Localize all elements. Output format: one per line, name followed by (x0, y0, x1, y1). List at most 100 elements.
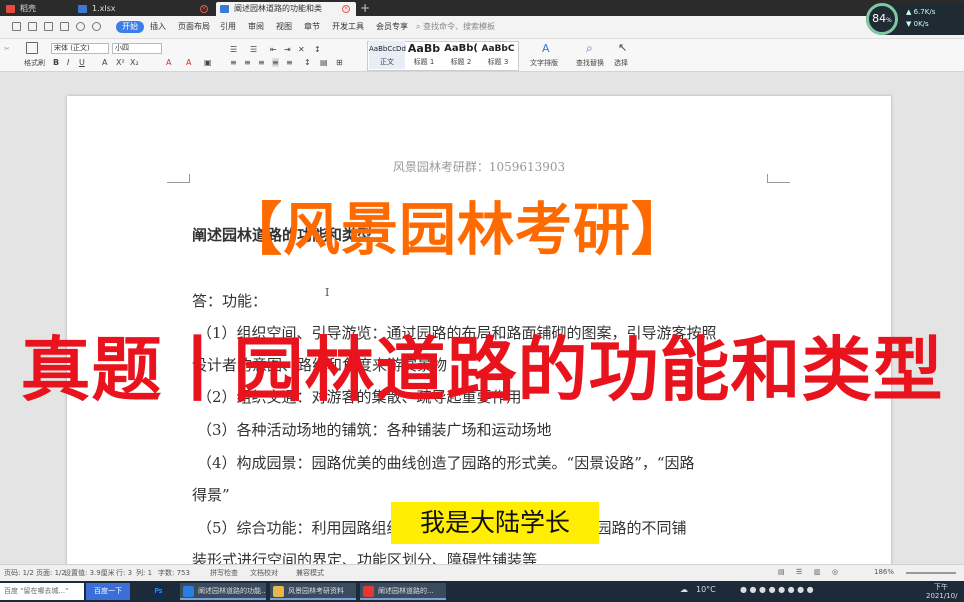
preview-icon[interactable] (60, 22, 69, 31)
view-read-icon[interactable]: ▥ (814, 568, 821, 576)
speed-gauge: 84% (866, 3, 898, 35)
style-sample: AaBbC (481, 44, 515, 54)
save-icon[interactable] (12, 22, 21, 31)
menu-home[interactable]: 开始 (116, 21, 144, 33)
style-name: 正文 (380, 58, 394, 66)
undo-icon[interactable] (76, 22, 85, 31)
number-list-icon[interactable]: ☰ (250, 45, 257, 54)
sort-icon[interactable]: ↕ (314, 45, 321, 54)
doc-answer: 答：功能： (192, 292, 268, 310)
superscript-icon[interactable]: X² (116, 58, 125, 67)
speed-unit: % (886, 17, 892, 24)
shading-icon[interactable]: ▤ (320, 58, 328, 67)
close-icon[interactable]: × (342, 5, 350, 13)
italic-icon[interactable]: I (67, 58, 69, 67)
style-normal[interactable]: AaBbCcDd 正文 (369, 41, 406, 69)
doc-line: （4）构成园景：园路优美的曲线创造了园路的形式美。“因景设路”，“因路 (197, 454, 695, 472)
style-sample: AaBbCcDd (369, 45, 406, 53)
align-right-icon[interactable]: ≡ (258, 58, 265, 67)
menu-section[interactable]: 章节 (304, 21, 320, 33)
align-center-icon[interactable]: ≡ (244, 58, 251, 67)
font-color-icon[interactable]: A (186, 58, 191, 67)
paste-icon[interactable] (26, 42, 38, 54)
indent-icon[interactable]: ⇥ (284, 45, 291, 54)
style-sample: AaBb (407, 42, 441, 55)
taskbar-app[interactable]: 阐述园林道路的... (360, 583, 446, 600)
zoom-value[interactable]: 186% (874, 568, 894, 576)
photoshop-app[interactable]: Ps (150, 583, 172, 600)
style-heading3[interactable]: AaBbC 标题 3 (481, 41, 515, 69)
line-spacing-icon[interactable]: ↕ (304, 58, 311, 67)
menu-page-layout[interactable]: 页面布局 (178, 21, 210, 33)
menu-review[interactable]: 审阅 (248, 21, 264, 33)
style-heading1[interactable]: AaBb 标题 1 (407, 41, 441, 69)
taskbar-app[interactable]: 阐述园林道路的功能... (180, 583, 266, 600)
tab-label: 1.xlsx (92, 4, 116, 13)
add-tab-icon[interactable]: + (360, 1, 370, 15)
find-replace-label[interactable]: 查找替换 (576, 58, 604, 68)
close-icon[interactable]: × (200, 5, 208, 13)
tab-xlsx[interactable]: 1.xlsx × (74, 2, 214, 16)
status-docproof[interactable]: 文档校对 (250, 568, 278, 578)
view-web-icon[interactable]: ◎ (832, 568, 838, 576)
status-col: 列: 1 (136, 569, 153, 577)
taskbar-search-input[interactable]: 百度 "留在哪去城..." (0, 583, 84, 600)
style-heading2[interactable]: AaBb( 标题 2 (443, 41, 479, 69)
find-icon[interactable]: ⌕ (586, 41, 593, 56)
taskbar: 百度 "留在哪去城..." 百度一下 Ps 阐述园林道路的功能... 风景园林考… (0, 581, 964, 602)
text-layout-label[interactable]: 文字排版 (530, 58, 558, 68)
char-border-icon[interactable]: ▣ (204, 58, 212, 67)
clock-time[interactable]: 下午 (934, 582, 948, 592)
bullet-list-icon[interactable]: ☰ (230, 45, 237, 54)
weather-icon[interactable]: ☁ (680, 585, 688, 594)
open-icon[interactable] (28, 22, 37, 31)
taskbar-app[interactable]: 风景园林考研资料 (270, 583, 356, 600)
command-search[interactable]: ⌕ 查找命令、搜索模板 (416, 21, 495, 32)
weather-temp[interactable]: 10°C (696, 585, 716, 594)
status-spell[interactable]: 拼写检查 (210, 568, 238, 578)
align-left-icon[interactable]: ≡ (230, 58, 237, 67)
font-name-select[interactable]: 宋体 (正文) (51, 43, 109, 54)
network-speed-widget[interactable]: 84% ▲ 6.7K/s ▼ 0K/s (866, 3, 964, 35)
menu-developer[interactable]: 开发工具 (332, 21, 364, 33)
redo-icon[interactable] (92, 22, 101, 31)
tab-docer[interactable]: 稻壳 (2, 2, 72, 16)
taskbar-search-button[interactable]: 百度一下 (86, 583, 130, 600)
ribbon-toolbar: ✂ 格式刷 宋体 (正文) 小四 B I U A X² X₂ A A ▣ ☰ ☰… (0, 39, 964, 72)
overlay-badge: 我是大陆学长 (391, 502, 599, 544)
upload-speed-value: 6.7K/s (913, 8, 936, 16)
docer-icon (6, 5, 15, 13)
bold-icon[interactable]: B (53, 58, 59, 67)
select-cursor-icon[interactable]: ↖ (618, 41, 627, 54)
format-painter-label[interactable]: 格式刷 (24, 58, 45, 68)
highlight-icon[interactable]: A (166, 58, 171, 67)
zoom-slider[interactable] (906, 572, 956, 574)
menu-references[interactable]: 引用 (220, 21, 236, 33)
clear-format-icon[interactable]: ✕ (298, 45, 305, 54)
status-page: 页码: 1/2 (4, 569, 34, 577)
clock-date[interactable]: 2021/10/ (926, 592, 957, 600)
document-area[interactable]: 风景园林考研群：1059613903 阐述园林道路的功能和类型 答：功能： I … (0, 72, 964, 564)
select-label[interactable]: 选择 (614, 58, 628, 68)
font-size-select[interactable]: 小四 (112, 43, 162, 54)
text-layout-icon[interactable]: A (542, 42, 550, 55)
subscript-icon[interactable]: X₂ (130, 58, 139, 67)
status-words[interactable]: 字数: 753 (158, 568, 190, 578)
menu-member[interactable]: 会员专享 (376, 21, 408, 33)
distributed-icon[interactable]: ≡ (286, 58, 293, 67)
menu-insert[interactable]: 插入 (150, 21, 166, 33)
outdent-icon[interactable]: ⇤ (270, 45, 277, 54)
strikethrough-icon[interactable]: A (102, 58, 107, 67)
tray-icons[interactable]: ● ● ● ● ● ● ● ● (740, 585, 814, 594)
view-page-icon[interactable]: ▤ (778, 568, 785, 576)
borders-icon[interactable]: ⊞ (336, 58, 343, 67)
photoshop-icon: Ps (153, 586, 164, 597)
tab-docx-active[interactable]: 阐述园林道路的功能和类型.docx × (216, 2, 356, 27)
download-speed: ▼ 0K/s (906, 20, 929, 28)
menu-view[interactable]: 视图 (276, 21, 292, 33)
status-row: 行: 3 (116, 569, 133, 577)
underline-icon[interactable]: U (79, 58, 85, 67)
justify-icon[interactable]: ≡ (272, 58, 279, 67)
view-outline-icon[interactable]: ☰ (796, 568, 802, 576)
print-icon[interactable] (44, 22, 53, 31)
